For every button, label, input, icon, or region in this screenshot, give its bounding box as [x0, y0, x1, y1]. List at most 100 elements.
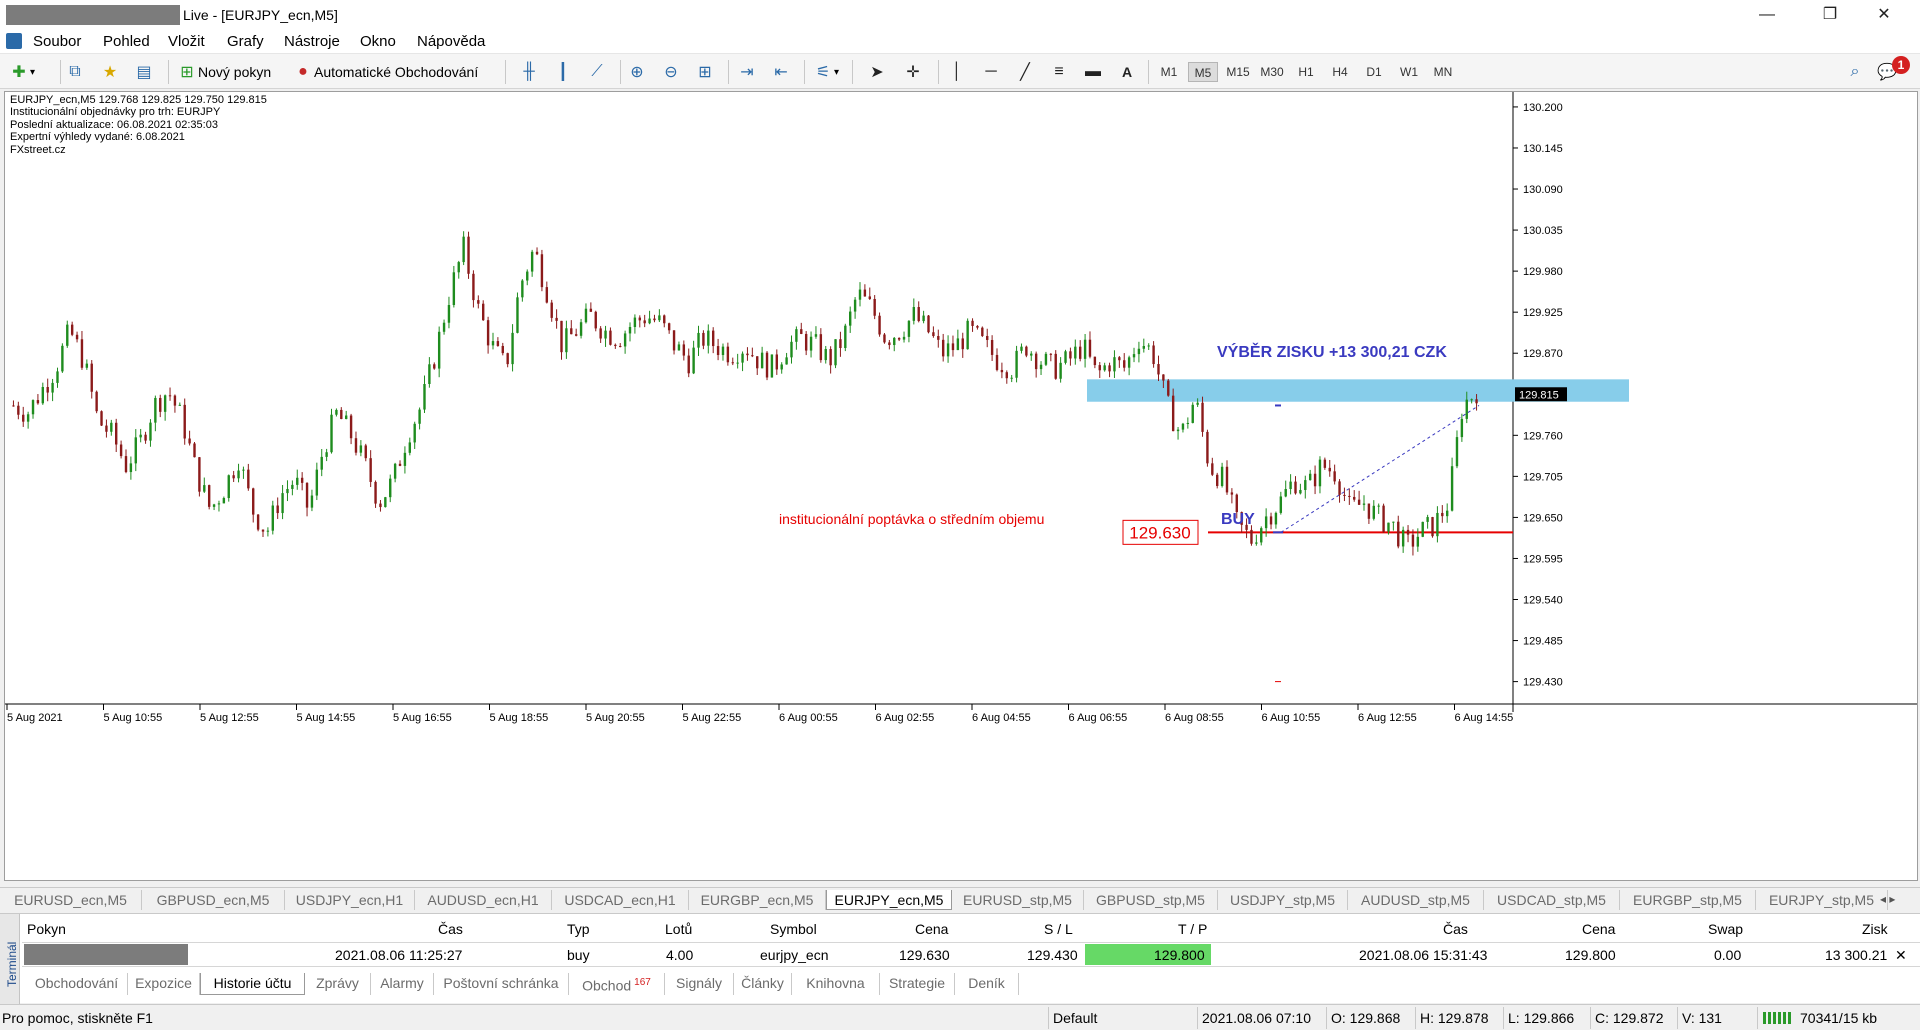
status-profile[interactable]: Default — [1053, 1010, 1097, 1026]
col-swap[interactable]: Swap — [1708, 919, 1743, 939]
col-close-time[interactable]: Čas — [1443, 919, 1468, 939]
indicators-icon[interactable]: ⚟ — [812, 61, 834, 83]
symbol-tab[interactable]: AUDUSD_ecn,H1 — [415, 890, 552, 910]
zoom-out-icon[interactable]: ⊖ — [660, 61, 682, 83]
candle-body — [604, 330, 607, 339]
autoscroll-icon[interactable]: ⇥ — [736, 61, 758, 83]
col-time[interactable]: Čas — [438, 919, 463, 939]
candle-body — [643, 320, 646, 324]
candle-body — [1064, 351, 1067, 363]
menu-napoveda[interactable]: Nápověda — [417, 33, 485, 50]
tab-scroll-icon[interactable]: ◂ ▸ — [1880, 892, 1895, 906]
cursor-icon[interactable]: ➤ — [866, 61, 888, 83]
col-order[interactable]: Pokyn — [27, 919, 66, 939]
terminal-tab[interactable]: Strategie — [880, 973, 955, 995]
candle-body — [428, 364, 431, 385]
line-chart-icon[interactable]: ⟋ — [586, 61, 608, 83]
col-symbol[interactable]: Symbol — [770, 919, 817, 939]
minimize-button[interactable]: — — [1747, 4, 1787, 26]
tf-mn[interactable]: MN — [1428, 62, 1458, 82]
navigator-icon[interactable]: ▤ — [133, 61, 155, 83]
symbol-tab[interactable]: EURJPY_ecn,M5 — [826, 890, 952, 910]
menu-nastroje[interactable]: Nástroje — [284, 33, 340, 50]
tf-h4[interactable]: H4 — [1325, 62, 1355, 82]
candle-body — [594, 311, 597, 329]
candle-body — [305, 482, 309, 508]
tile-windows-icon[interactable]: ⊞ — [694, 61, 716, 83]
symbol-tab[interactable]: EURGBP_stp,M5 — [1620, 890, 1756, 910]
close-trade-icon[interactable]: ✕ — [1895, 945, 1907, 965]
text-tool-icon[interactable]: A — [1116, 61, 1138, 83]
terminal-tab[interactable]: Zprávy — [305, 973, 371, 995]
close-button[interactable]: ✕ — [1864, 4, 1904, 26]
symbol-tab[interactable]: AUDUSD_stp,M5 — [1348, 890, 1484, 910]
tf-m1[interactable]: M1 — [1154, 62, 1184, 82]
row-time: 2021.08.06 11:25:27 — [335, 947, 463, 963]
terminal-tab[interactable]: Články — [734, 973, 792, 995]
symbol-tab[interactable]: USDCAD_ecn,H1 — [552, 890, 689, 910]
menu-soubor[interactable]: Soubor — [33, 33, 81, 50]
menu-pohled[interactable]: Pohled — [103, 33, 150, 50]
symbol-tab[interactable]: USDCAD_stp,M5 — [1484, 890, 1620, 910]
symbol-tab[interactable]: EURGBP_ecn,M5 — [689, 890, 826, 910]
symbol-tab[interactable]: USDJPY_ecn,H1 — [285, 890, 415, 910]
symbol-tab[interactable]: GBPUSD_ecn,M5 — [142, 890, 285, 910]
candles-icon[interactable]: ┃ — [552, 61, 574, 83]
candle-body — [447, 305, 451, 323]
trendline-icon[interactable]: ╱ — [1014, 61, 1036, 83]
restore-button[interactable]: ❐ — [1810, 4, 1850, 26]
col-tp[interactable]: T / P — [1178, 919, 1207, 939]
candle-body — [482, 303, 485, 321]
terminal-tab[interactable]: Historie účtu — [200, 973, 305, 995]
menu-grafy[interactable]: Grafy — [227, 33, 264, 50]
terminal-tab[interactable]: Alarmy — [371, 973, 434, 995]
col-lots[interactable]: Lotů — [665, 919, 692, 939]
symbol-tab[interactable]: EURUSD_stp,M5 — [952, 890, 1084, 910]
col-close-price[interactable]: Cena — [1582, 919, 1615, 939]
terminal-tab[interactable]: Poštovní schránka — [434, 973, 569, 995]
algo-trading-button[interactable]: ● Automatické Obchodování — [292, 60, 478, 84]
symbol-tab[interactable]: GBPUSD_stp,M5 — [1084, 890, 1218, 910]
terminal-tab[interactable]: Obchodování — [26, 973, 128, 995]
terminal-tab[interactable]: Expozice — [128, 973, 200, 995]
new-chart-icon[interactable]: ✚ — [8, 61, 30, 83]
favorites-icon[interactable]: ★ — [99, 61, 121, 83]
vertical-line-icon[interactable]: │ — [946, 61, 968, 83]
price-chart[interactable]: 130.200 130.145 130.090 130.035 129.980 129.9… — [5, 92, 1917, 880]
symbol-tab[interactable]: USDJPY_stp,M5 — [1218, 890, 1348, 910]
zoom-in-icon[interactable]: ⊕ — [626, 61, 648, 83]
col-type[interactable]: Typ — [567, 919, 590, 939]
chart-window[interactable]: EURJPY_ecn,M5 129.768 129.825 129.750 12… — [4, 91, 1918, 881]
row-close-time: 2021.08.06 15:31:43 — [1359, 947, 1488, 963]
col-profit[interactable]: Zisk — [1862, 919, 1888, 939]
tf-h1[interactable]: H1 — [1291, 62, 1321, 82]
symbol-tab[interactable]: EURJPY_stp,M5 — [1756, 890, 1888, 910]
chart-shift-icon[interactable]: ⇤ — [770, 61, 792, 83]
terminal-tab[interactable]: Signály — [665, 973, 734, 995]
col-sl[interactable]: S / L — [1044, 919, 1073, 939]
x-tick-label: 5 Aug 16:55 — [393, 712, 452, 724]
menu-vlozit[interactable]: Vložit — [168, 33, 205, 50]
tf-m5[interactable]: M5 — [1188, 62, 1218, 82]
search-icon[interactable]: ⌕ — [1844, 61, 1866, 83]
terminal-tab[interactable]: Deník — [955, 973, 1019, 995]
crosshair-icon[interactable]: ✛ — [902, 61, 924, 83]
terminal-tab[interactable]: Obchod 167 — [569, 973, 665, 995]
rectangle-icon[interactable]: ▬ — [1082, 61, 1104, 83]
candle-body — [237, 470, 240, 479]
profiles-icon[interactable]: ⧉ — [64, 61, 86, 83]
col-price[interactable]: Cena — [915, 919, 948, 939]
symbol-tab[interactable]: EURUSD_ecn,M5 — [0, 890, 142, 910]
terminal-tab[interactable]: Knihovna — [792, 973, 880, 995]
table-row[interactable] — [22, 944, 1920, 966]
tf-m30[interactable]: M30 — [1257, 62, 1287, 82]
bar-chart-icon[interactable]: ╫ — [518, 61, 540, 83]
trade-line[interactable] — [1280, 405, 1480, 533]
new-order-button[interactable]: ⊞ Nový pokyn — [176, 60, 271, 84]
menu-okno[interactable]: Okno — [360, 33, 396, 50]
fibo-icon[interactable]: ≡ — [1048, 61, 1070, 83]
tf-w1[interactable]: W1 — [1394, 62, 1424, 82]
horizontal-line-icon[interactable]: ─ — [980, 61, 1002, 83]
tf-d1[interactable]: D1 — [1359, 62, 1389, 82]
tf-m15[interactable]: M15 — [1223, 62, 1253, 82]
